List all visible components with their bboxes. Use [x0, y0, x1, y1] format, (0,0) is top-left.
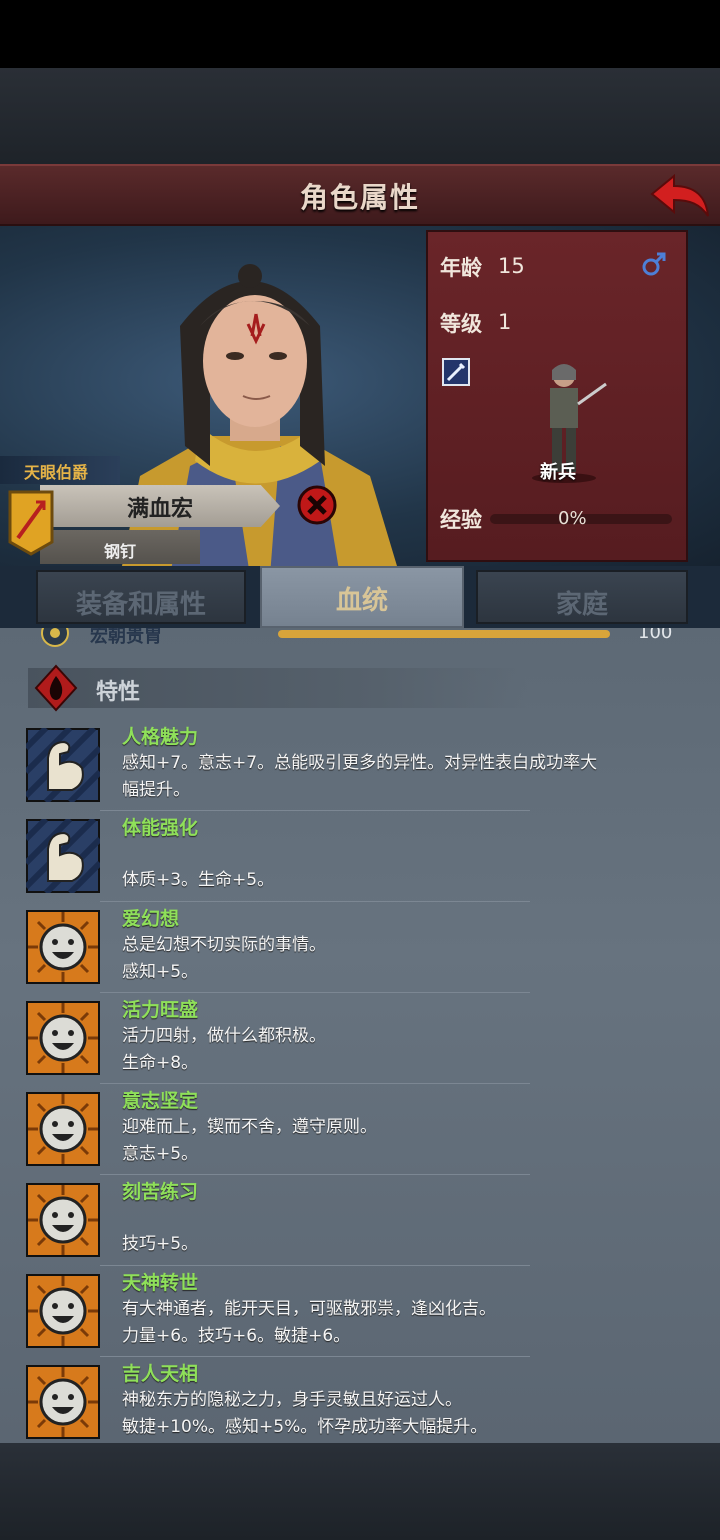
page-title: 角色属性 [299, 181, 420, 214]
male-icon [642, 252, 666, 276]
tab-bar: 装备和属性 血统 家庭 [0, 566, 720, 628]
title-badge: 天眼伯爵 [0, 456, 120, 484]
tab-family[interactable]: 家庭 [476, 570, 688, 624]
crest-icon [8, 490, 54, 556]
trait-description: 总是幻想不切实际的事情。 感知+5。 [122, 935, 326, 982]
trait-row[interactable]: 爱幻想总是幻想不切实际的事情。 感知+5。 [0, 902, 720, 993]
traits-list[interactable]: 宏朝贵胄 100 特性 人格魅力感知+7。意志+7。总能吸引更多的异性。对异性表… [0, 628, 720, 1443]
stats-panel: 年龄 15 等级 1 新兵 经验 0% [426, 230, 688, 562]
trait-description: 体质+3。生命+5。 [122, 870, 275, 890]
class-label: 新兵 [540, 462, 576, 483]
trait-description: 感知+7。意志+7。总能吸引更多的异性。对异性表白成功率大幅提升。 [122, 753, 598, 800]
title-bar: 角色属性 [0, 164, 720, 226]
exp-label: 经验 [440, 508, 482, 532]
trait-row[interactable]: 人格魅力感知+7。意志+7。总能吸引更多的异性。对异性表白成功率大幅提升。 [0, 720, 720, 811]
tab-bloodline[interactable]: 血统 [260, 566, 464, 628]
tab-equipment[interactable]: 装备和属性 [36, 570, 246, 624]
trait-description: 迎难而上，锲而不舍，遵守原则。 意志+5。 [122, 1117, 377, 1164]
level-label: 等级 [440, 312, 482, 336]
traits-section-header: 特性 [28, 664, 528, 712]
trait-name: 天神转世 [122, 1272, 199, 1294]
smiley-icon [26, 1365, 100, 1439]
trait-name: 人格魅力 [122, 726, 199, 748]
bottom-area [0, 1443, 720, 1540]
smiley-icon [26, 910, 100, 984]
trait-name: 爱幻想 [122, 908, 180, 930]
bloodline-value: 100 [638, 628, 673, 643]
age-value: 15 [498, 254, 525, 278]
trait-name: 活力旺盛 [122, 999, 199, 1021]
smiley-icon [26, 1092, 100, 1166]
trait-name: 吉人天相 [122, 1363, 199, 1385]
fire-icon [34, 664, 78, 712]
back-arrow-icon [650, 173, 709, 217]
trait-row[interactable]: 活力旺盛活力四射，做什么都积极。 生命+8。 [0, 993, 720, 1084]
trait-description: 技巧+5。 [122, 1234, 199, 1254]
bloodline-bar [278, 630, 610, 638]
trait-row[interactable]: 意志坚定迎难而上，锲而不舍，遵守原则。 意志+5。 [0, 1084, 720, 1175]
trait-description: 活力四射，做什么都积极。 生命+8。 [122, 1026, 326, 1073]
close-icon [297, 485, 337, 525]
smiley-icon [26, 1183, 100, 1257]
section-title: 特性 [96, 680, 141, 705]
smiley-icon [26, 1001, 100, 1075]
trait-row[interactable]: 刻苦练习技巧+5。 [0, 1175, 720, 1266]
bloodline-row: 宏朝贵胄 100 [40, 628, 680, 652]
smiley-icon [26, 1274, 100, 1348]
character-name[interactable]: 满血宏 [40, 485, 280, 527]
dismiss-button[interactable] [296, 484, 338, 526]
bloodline-label: 宏朝贵胄 [90, 628, 162, 647]
trait-description: 神秘东方的隐秘之力，身手灵敏且好运过人。 敏捷+10%。感知+5%。怀孕成功率大… [122, 1390, 488, 1437]
back-button[interactable] [648, 172, 710, 220]
arm-icon [23, 816, 103, 896]
character-subtitle: 钢钉 [40, 530, 200, 564]
arm-icon [23, 725, 103, 805]
eye-icon [41, 628, 69, 647]
age-label: 年龄 [440, 256, 482, 280]
trait-row[interactable]: 体能强化体质+3。生命+5。 [0, 811, 720, 902]
level-value: 1 [498, 310, 512, 334]
status-bar-area [0, 0, 720, 68]
trait-name: 刻苦练习 [122, 1181, 199, 1203]
trait-name: 体能强化 [122, 817, 199, 839]
trait-row[interactable]: 天神转世有大神通者，能开天目，可驱散邪祟，逢凶化吉。 力量+6。技巧+6。敏捷+… [0, 1266, 720, 1357]
dagger-icon[interactable] [442, 358, 470, 386]
trait-row[interactable]: 吉人天相神秘东方的隐秘之力，身手灵敏且好运过人。 敏捷+10%。感知+5%。怀孕… [0, 1357, 720, 1443]
exp-value: 0% [558, 508, 587, 529]
trait-name: 意志坚定 [122, 1090, 199, 1112]
backdrop [0, 68, 720, 164]
trait-description: 有大神通者，能开天目，可驱散邪祟，逢凶化吉。 力量+6。技巧+6。敏捷+6。 [122, 1299, 496, 1346]
